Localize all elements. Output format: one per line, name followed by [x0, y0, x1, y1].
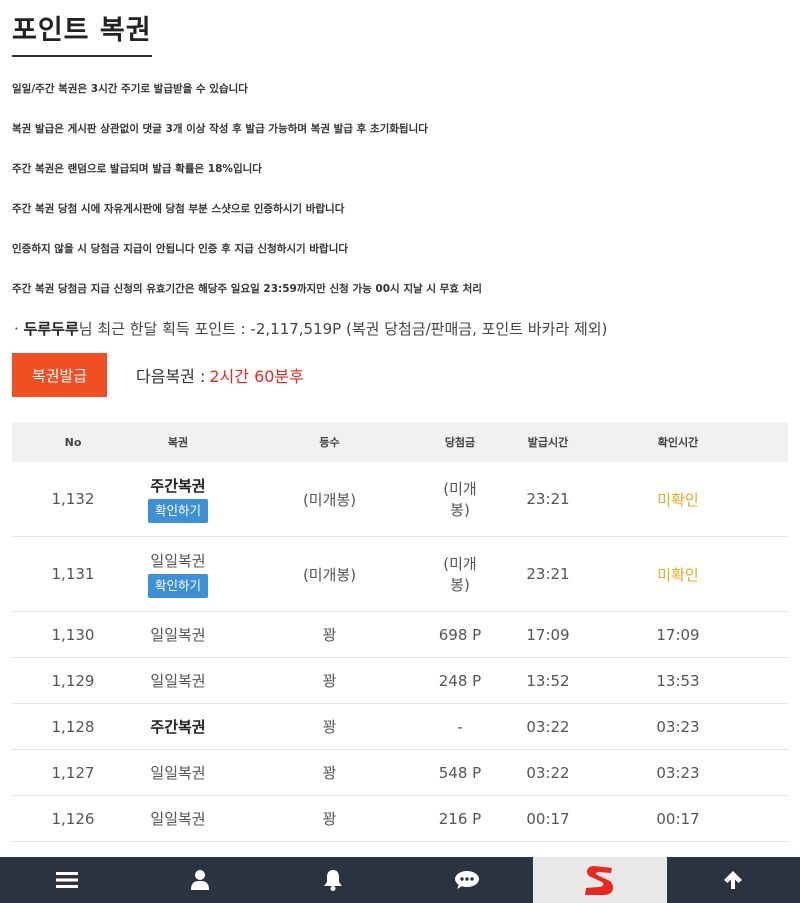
issue-row: 복권발급 다음복권 : 2시간 60분후 — [12, 353, 304, 397]
cell-rank: 꽝 — [322, 810, 337, 828]
points-summary: · 두루두루님 최근 한달 획득 포인트 : -2,117,519P (복권 당… — [14, 318, 607, 339]
notice-item: 주간 복권 당첨금 지급 신청의 유효기간은 해당주 일요일 23:59까지만 … — [12, 283, 482, 295]
logo-icon — [584, 866, 614, 895]
cell-no: 1,127 — [51, 763, 95, 782]
cell-issued: 00:17 — [526, 809, 570, 828]
cell-prize: (미개봉) — [443, 555, 477, 594]
arrow-up-icon — [724, 871, 743, 889]
cell-rank: 꽝 — [322, 764, 337, 782]
notice-item: 일일/주간 복권은 3시간 주기로 발급받을 수 있습니다 — [12, 83, 248, 95]
cell-prize: 698 P — [438, 625, 482, 644]
bell-icon — [324, 870, 343, 891]
cell-rank: (미개봉) — [302, 565, 357, 584]
cell-checked: 03:23 — [656, 717, 700, 736]
nav-user-button[interactable] — [133, 857, 266, 903]
check-button[interactable]: 확인하기 — [147, 574, 208, 598]
title-wrap: 포인트 복권 — [12, 8, 152, 57]
table-row: 1,131 일일복권 확인하기 (미개봉) (미개봉) 23:21 미확인 — [12, 537, 788, 612]
notice-list: 일일/주간 복권은 3시간 주기로 발급받을 수 있습니다 복권 발급은 게시판… — [12, 79, 792, 319]
notice-item: 인증하지 않을 시 당첨금 지급이 안됩니다 인증 후 지급 신청하시기 바랍니… — [12, 243, 349, 255]
lottery-name: 주간복권 — [150, 477, 206, 495]
table-row: 1,130 일일복권 꽝 698 P 17:09 17:09 — [12, 612, 788, 658]
cell-rank: 꽝 — [322, 626, 337, 644]
cell-lottery: 주간복권 — [150, 718, 206, 736]
cell-rank: 꽝 — [322, 672, 337, 690]
cell-prize: - — [457, 717, 463, 736]
header-prize: 당첨금 — [444, 436, 476, 449]
cell-prize: 248 P — [438, 671, 482, 690]
cell-issued: 23:21 — [526, 565, 570, 583]
header-no: No — [64, 435, 82, 449]
page-title: 포인트 복권 — [12, 8, 152, 57]
chat-icon — [454, 871, 479, 889]
next-lottery-label: 다음복권 : — [136, 367, 206, 386]
cell-prize: (미개봉) — [443, 480, 477, 519]
cell-no: 1,131 — [51, 565, 95, 583]
lottery-name: 일일복권 — [150, 552, 206, 570]
next-lottery-countdown: 2시간 60분후 — [209, 367, 304, 386]
cell-checked: 17:09 — [656, 625, 700, 644]
cell-lottery: 일일복권 — [150, 810, 206, 828]
table-row: 1,127 일일복권 꽝 548 P 03:22 03:23 — [12, 750, 788, 796]
cell-no: 1,129 — [51, 671, 95, 690]
table-row: 1,128 주간복권 꽝 - 03:22 03:23 — [12, 704, 788, 750]
menu-icon — [55, 872, 78, 888]
nav-chat-button[interactable] — [400, 857, 533, 903]
cell-checked: 00:17 — [656, 809, 700, 828]
cell-lottery: 일일복권 — [150, 764, 206, 782]
lottery-table: No 복권 등수 당첨금 발급시간 확인시간 1,132 주간복권 확인하기 (… — [12, 422, 788, 842]
cell-checked: 13:53 — [656, 671, 700, 690]
table-row: 1,132 주간복권 확인하기 (미개봉) (미개봉) 23:21 미확인 — [12, 462, 788, 537]
lottery-page: 포인트 복권 일일/주간 복권은 3시간 주기로 발급받을 수 있습니다 복권 … — [0, 0, 800, 903]
cell-issued: 17:09 — [526, 625, 570, 644]
header-rank: 등수 — [319, 436, 340, 449]
notice-item: 복권 발급은 게시판 상관없이 댓글 3개 이상 작성 후 발급 가능하며 복권… — [12, 123, 428, 135]
cell-no: 1,132 — [51, 490, 95, 508]
nav-notification-button[interactable] — [267, 857, 400, 903]
cell-no: 1,128 — [51, 717, 95, 736]
cell-checked: 미확인 — [657, 490, 699, 509]
cell-lottery: 주간복권 확인하기 — [134, 475, 222, 523]
cell-rank: (미개봉) — [302, 490, 357, 509]
cell-prize: 216 P — [438, 809, 482, 828]
notice-item: 주간 복권은 랜덤으로 발급되며 발급 확률은 18%입니다 — [12, 163, 262, 175]
header-issued-time: 발급시간 — [527, 436, 569, 449]
username: 두루두루 — [23, 320, 79, 338]
cell-rank: 꽝 — [322, 718, 337, 736]
cell-lottery: 일일복권 — [150, 672, 206, 690]
cell-checked: 미확인 — [657, 565, 699, 584]
user-icon — [190, 870, 209, 890]
notice-item: 주간 복권 당첨 시에 자유게시판에 당첨 부분 스샷으로 인증하시기 바랍니다 — [12, 203, 345, 215]
header-checked-time: 확인시간 — [657, 436, 699, 449]
cell-issued: 13:52 — [526, 671, 570, 690]
cell-no: 1,130 — [51, 625, 95, 644]
summary-bullet: · — [14, 320, 19, 338]
bottom-nav — [0, 857, 800, 903]
table-header: No 복권 등수 당첨금 발급시간 확인시간 — [12, 422, 788, 462]
cell-issued: 03:22 — [526, 717, 570, 736]
check-button[interactable]: 확인하기 — [147, 499, 208, 523]
cell-prize: 548 P — [438, 763, 482, 782]
cell-lottery: 일일복권 — [150, 626, 206, 644]
table-row: 1,126 일일복권 꽝 216 P 00:17 00:17 — [12, 796, 788, 842]
cell-issued: 23:21 — [526, 490, 570, 508]
cell-issued: 03:22 — [526, 763, 570, 782]
cell-lottery: 일일복권 확인하기 — [134, 550, 222, 598]
cell-no: 1,126 — [51, 809, 95, 828]
nav-menu-button[interactable] — [0, 857, 133, 903]
table-row: 1,129 일일복권 꽝 248 P 13:52 13:53 — [12, 658, 788, 704]
summary-text: 님 최근 한달 획득 포인트 : -2,117,519P (복권 당첨금/판매금… — [78, 320, 608, 338]
nav-scroll-top-button[interactable] — [667, 857, 800, 903]
header-lottery: 복권 — [167, 436, 189, 449]
cell-checked: 03:23 — [656, 763, 700, 782]
issue-lottery-button[interactable]: 복권발급 — [12, 353, 107, 397]
nav-home-logo-button[interactable] — [533, 857, 667, 903]
